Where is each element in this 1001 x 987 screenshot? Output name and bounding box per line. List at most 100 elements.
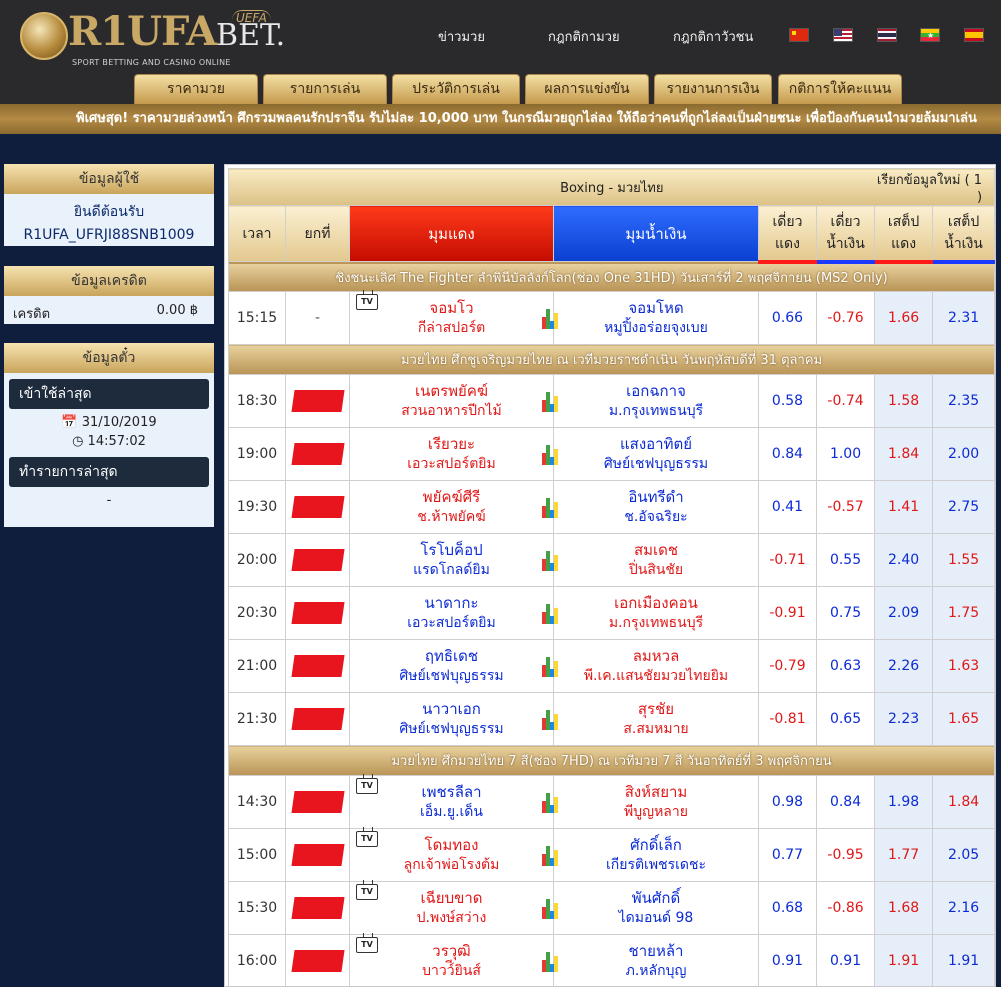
red-corner-cell[interactable]: ฤทธิเดช ศิษย์เชฟบุญธรรม: [349, 639, 554, 693]
match-row[interactable]: 19:30 พยัคฆ์ศีรี ช.ห้าพยัคฆ์ อินทรีดำ ช.อัจฉ…: [228, 480, 995, 534]
odds-single-blue[interactable]: -0.86: [815, 881, 876, 935]
odds-single-red[interactable]: -0.79: [758, 639, 817, 693]
odds-single-blue[interactable]: 0.63: [815, 639, 876, 693]
tab-bet-list[interactable]: รายการเล่น: [263, 74, 387, 104]
odds-set-blue[interactable]: 2.00: [932, 427, 995, 481]
red-corner-cell[interactable]: TV จอมโว กีล่าสปอร์ต: [349, 291, 554, 345]
red-corner-cell[interactable]: TV เฉียบขาด ป.พงษ์สว่าง: [349, 881, 554, 935]
odds-set-blue[interactable]: 2.16: [932, 881, 995, 935]
red-corner-cell[interactable]: นาดากะ เอวะสปอร์ตยิม: [349, 586, 554, 640]
odds-single-red[interactable]: 0.98: [758, 775, 817, 829]
match-row[interactable]: 16:00 TV วรวุฒิ บาวว์ียินส์ ชายหล้า ภ.หลักบุญ…: [228, 934, 995, 986]
match-row[interactable]: 19:00 เรียวยะ เอวะสปอร์ตยิม แสงอาทิตย์ ศิษย์…: [228, 427, 995, 481]
odds-set-red[interactable]: 1.77: [874, 828, 934, 882]
match-row[interactable]: 21:30 นาวาเอก ศิษย์เชฟบุญธรรม สุรชัย ส.สมหมา…: [228, 692, 995, 746]
red-corner-cell[interactable]: โรโบค็อป แรดโกลด์ยิม: [349, 533, 554, 587]
match-row[interactable]: 21:00 ฤทธิเดช ศิษย์เชฟบุญธรรม ลมหวล พี.เค.แส…: [228, 639, 995, 693]
tab-boxing-odds[interactable]: ราคามวย: [134, 74, 258, 104]
nav-boxing-rules[interactable]: กฎกติกามวย: [548, 26, 620, 47]
odds-single-blue[interactable]: 1.00: [815, 427, 876, 481]
odds-single-blue[interactable]: 0.75: [815, 586, 876, 640]
odds-set-red[interactable]: 2.09: [874, 586, 934, 640]
tab-scoring-rules[interactable]: กติการให้คะแนน: [778, 74, 902, 104]
red-corner-cell[interactable]: พยัคฆ์ศีรี ช.ห้าพยัคฆ์: [349, 480, 554, 534]
odds-set-red[interactable]: 2.23: [874, 692, 934, 746]
match-row[interactable]: 14:30 TV เพชรลีลา เอ็ม.ยู.เด็น สิงห์สยาม พีบู…: [228, 775, 995, 829]
match-row[interactable]: 18:30 เนตรพยัคฆ์ สวนอาหารปีกไม้ เอกฉกาจ ม.กร…: [228, 374, 995, 428]
odds-set-blue[interactable]: 1.75: [932, 586, 995, 640]
odds-set-red[interactable]: 1.91: [874, 934, 934, 986]
odds-single-red[interactable]: 0.91: [758, 934, 817, 986]
match-row[interactable]: 15:00 TV โดมทอง ลูกเจ้าพ่อโรงต้ม ศักดิ์เล็กเ…: [228, 828, 995, 882]
tab-financial-report[interactable]: รายงานการเงิน: [654, 74, 772, 104]
tab-results[interactable]: ผลการแข่งขัน: [525, 74, 649, 104]
blue-corner-cell[interactable]: ศักดิ์เล็ก เกียรติเพชรเดชะ: [542, 828, 759, 882]
odds-single-red[interactable]: 0.68: [758, 881, 817, 935]
odds-set-red[interactable]: 2.26: [874, 639, 934, 693]
blue-corner-cell[interactable]: อินทรีดำ ช.อัจฉริยะ: [542, 480, 759, 534]
odds-set-red[interactable]: 1.68: [874, 881, 934, 935]
nav-boxing-news[interactable]: ข่าวมวย: [438, 26, 485, 47]
odds-set-blue[interactable]: 1.84: [932, 775, 995, 829]
blue-corner-cell[interactable]: เอกฉกาจ ม.กรุงเทพธนบุรี: [542, 374, 759, 428]
odds-single-red[interactable]: -0.71: [758, 533, 817, 587]
odds-set-red[interactable]: 1.98: [874, 775, 934, 829]
odds-set-red[interactable]: 1.84: [874, 427, 934, 481]
odds-set-blue[interactable]: 2.31: [932, 291, 995, 345]
odds-single-red[interactable]: 0.84: [758, 427, 817, 481]
odds-set-blue[interactable]: 1.55: [932, 533, 995, 587]
blue-corner-cell[interactable]: ชายหล้า ภ.หลักบุญ: [542, 934, 759, 986]
red-corner-cell[interactable]: TV โดมทอง ลูกเจ้าพ่อโรงต้ม: [349, 828, 554, 882]
nav-bullfight-rules[interactable]: กฎกติกาวัวชน: [673, 26, 753, 47]
blue-corner-cell[interactable]: สุรชัย ส.สมหมาย: [542, 692, 759, 746]
red-corner-cell[interactable]: เรียวยะ เอวะสปอร์ตยิม: [349, 427, 554, 481]
odds-single-red[interactable]: 0.77: [758, 828, 817, 882]
us-flag-icon[interactable]: [833, 28, 853, 42]
red-corner-cell[interactable]: เนตรพยัคฆ์ สวนอาหารปีกไม้: [349, 374, 554, 428]
odds-set-blue[interactable]: 1.65: [932, 692, 995, 746]
odds-set-red[interactable]: 1.66: [874, 291, 934, 345]
cn-flag-icon[interactable]: [789, 28, 809, 42]
odds-single-blue[interactable]: 0.55: [815, 533, 876, 587]
odds-set-red[interactable]: 1.41: [874, 480, 934, 534]
red-corner-cell[interactable]: นาวาเอก ศิษย์เชฟบุญธรรม: [349, 692, 554, 746]
odds-single-blue[interactable]: -0.95: [815, 828, 876, 882]
tab-bet-history[interactable]: ประวัติการเล่น: [392, 74, 520, 104]
odds-single-red[interactable]: 0.58: [758, 374, 817, 428]
odds-single-blue[interactable]: 0.91: [815, 934, 876, 986]
blue-corner-cell[interactable]: จอมโหด หมูปิ้งอร่อยจุงเบย: [542, 291, 759, 345]
odds-set-blue[interactable]: 2.05: [932, 828, 995, 882]
red-corner-cell[interactable]: TV เพชรลีลา เอ็ม.ยู.เด็น: [349, 775, 554, 829]
odds-single-red[interactable]: 0.66: [758, 291, 817, 345]
blue-corner-cell[interactable]: ลมหวล พี.เค.แสนชัยมวยไทยยิม: [542, 639, 759, 693]
odds-set-red[interactable]: 2.40: [874, 533, 934, 587]
odds-set-blue[interactable]: 1.63: [932, 639, 995, 693]
blue-corner-cell[interactable]: สิงห์สยาม พีบูญหลาย: [542, 775, 759, 829]
refresh-link[interactable]: เรียกข้อมูลใหม่ ( 1 ): [874, 168, 995, 206]
red-corner-cell[interactable]: TV วรวุฒิ บาวว์ียินส์: [349, 934, 554, 986]
odds-set-blue[interactable]: 1.91: [932, 934, 995, 986]
odds-single-red[interactable]: -0.91: [758, 586, 817, 640]
mm-flag-icon[interactable]: ★: [920, 28, 940, 42]
odds-single-blue[interactable]: -0.74: [815, 374, 876, 428]
match-row[interactable]: 15:15 - TV จอมโว กีล่าสปอร์ต จอมโหด หมูปิ้งอร่…: [228, 291, 995, 345]
match-row[interactable]: 20:30 นาดากะ เอวะสปอร์ตยิม เอกเมืองคอน ม.กรุ…: [228, 586, 995, 640]
es-flag-icon[interactable]: [964, 28, 984, 42]
match-row[interactable]: 15:30 TV เฉียบขาด ป.พงษ์สว่าง พันศักดิ์ ไดมอน…: [228, 881, 995, 935]
odds-set-red[interactable]: 1.58: [874, 374, 934, 428]
blue-corner-cell[interactable]: เอกเมืองคอน ม.กรุงเทพธนบุรี: [542, 586, 759, 640]
odds-single-blue[interactable]: 0.65: [815, 692, 876, 746]
odds-single-blue[interactable]: -0.57: [815, 480, 876, 534]
th-flag-icon[interactable]: [877, 28, 897, 42]
blue-corner-cell[interactable]: สมเดช ปิ่นสินชัย: [542, 533, 759, 587]
odds-set-blue[interactable]: 2.75: [932, 480, 995, 534]
odds-set-blue[interactable]: 2.35: [932, 374, 995, 428]
odds-single-blue[interactable]: 0.84: [815, 775, 876, 829]
odds-single-red[interactable]: -0.81: [758, 692, 817, 746]
announcement-marquee: พิเศษสุด! ราคามวยล่วงหน้า ศึกรวมพลคนรักป…: [0, 104, 1001, 134]
odds-single-blue[interactable]: -0.76: [815, 291, 876, 345]
odds-single-red[interactable]: 0.41: [758, 480, 817, 534]
blue-corner-cell[interactable]: พันศักดิ์ ไดมอนด์ 98: [542, 881, 759, 935]
match-row[interactable]: 20:00 โรโบค็อป แรดโกลด์ยิม สมเดช ปิ่นสินชัย -…: [228, 533, 995, 587]
blue-corner-cell[interactable]: แสงอาทิตย์ ศิษย์เชฟบุญธรรม: [542, 427, 759, 481]
